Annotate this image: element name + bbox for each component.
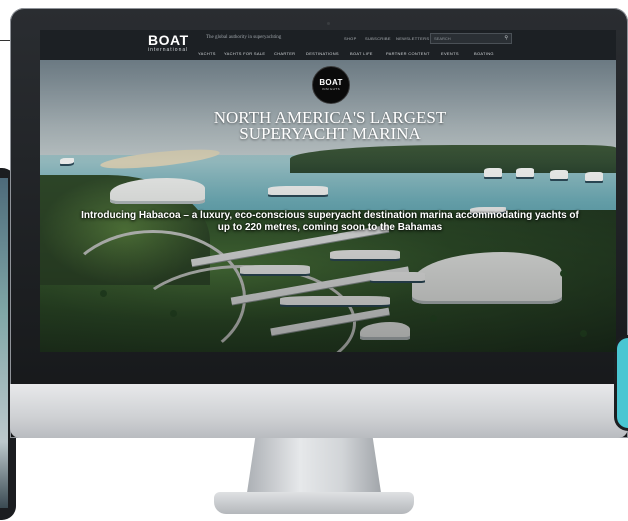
menu-item-yachts[interactable]: YACHTS [198,51,216,56]
search-placeholder: SEARCH [434,36,451,41]
search-input[interactable]: SEARCH ⚲ [430,33,512,44]
headline-line-2: SUPERYACHT MARINA [239,124,421,143]
camera-icon [327,22,330,25]
site-tagline: The global authority in superyachting [206,35,282,40]
badge-title: BOAT [319,78,343,87]
boat-insights-badge: BOAT INSIGHTS [312,66,350,104]
site-header: BOAT international The global authority … [40,30,616,61]
phone-device [614,335,628,431]
monitor-chin [10,384,628,438]
menu-item-partner-content[interactable]: PARTNER CONTENT [386,51,430,56]
monitor-stand-base [214,492,414,514]
badge-subtitle: INSIGHTS [321,87,341,91]
monitor-stand [246,438,382,494]
menu-item-yachts-for-sale[interactable]: YACHTS FOR SALE [224,51,265,56]
menu-item-destinations[interactable]: DESTINATIONS [306,51,339,56]
hero-image[interactable]: BOAT INSIGHTS NORTH AMERICA'S LARGEST SU… [40,60,616,352]
hero-headline[interactable]: NORTH AMERICA'S LARGEST SUPERYACHT MARIN… [180,109,480,143]
site-logo-sub: international [148,47,189,53]
site-logo[interactable]: BOAT [148,33,189,47]
nav-subscribe-link[interactable]: SUBSCRIBE [365,36,391,41]
monitor-screen: BOAT international The global authority … [40,30,616,352]
nav-shop-link[interactable]: SHOP [344,36,357,41]
nav-newsletters-link[interactable]: NEWSLETTERS [396,36,429,41]
search-icon[interactable]: ⚲ [504,35,508,41]
menu-item-boat-life[interactable]: BOAT LIFE [350,51,373,56]
menu-item-boating[interactable]: BOATING [474,51,494,56]
menu-item-events[interactable]: EVENTS [441,51,459,56]
hero-intro-text: Introducing Habacoa – a luxury, eco-cons… [81,210,579,233]
menu-item-charter[interactable]: CHARTER [274,51,295,56]
tablet-screen [0,178,8,508]
